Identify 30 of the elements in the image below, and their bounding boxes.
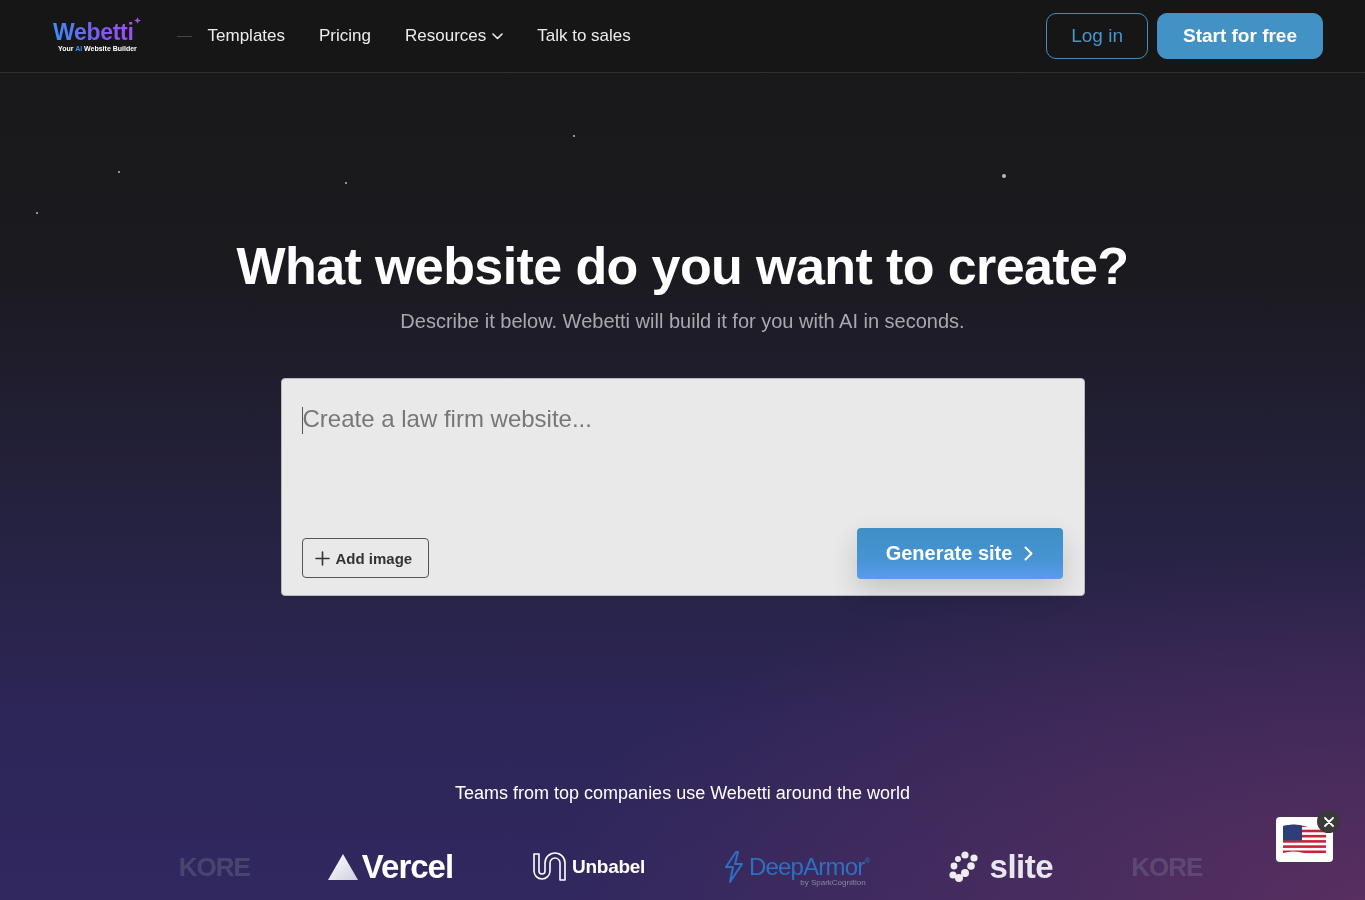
nav-link[interactable]: Templates [207,22,286,50]
logo-wordmark: slite [989,848,1054,886]
companies-caption: Teams from top companies use Webetti around the world [455,782,910,805]
logo-wordmark: Vercel [361,848,454,886]
dot-cluster-icon [947,851,980,883]
login-button[interactable]: Log in [1046,13,1148,59]
close-icon [1323,816,1334,827]
add-image-button[interactable]: Add image [301,538,430,578]
logo-wordmark: Unbabel [572,856,645,878]
language-button[interactable] [1276,817,1333,862]
text-cursor [301,407,303,434]
hero-title: What website do you want to create? [236,236,1129,297]
chevron-down-icon [492,32,504,40]
plus-icon [314,550,330,566]
logo-wordmark: DeepArmor$^{®}$ [748,851,870,880]
prompt-field[interactable]: Create a law firm website... [281,379,1084,528]
triangle-icon [327,854,358,880]
hero-subtitle: Describe it below. Webetti will build it for you with AI in seconds. [400,309,965,334]
close-button[interactable] [1317,810,1340,833]
prompt-box[interactable]: Create a law firm website... Add image Generate site [280,378,1085,596]
star-dot [1002,174,1006,178]
nav-link[interactable]: Pricing [319,22,371,50]
flag-icon [1282,823,1327,856]
nav-link[interactable]: Talk to sales [537,22,631,50]
lightning-bolt-icon [722,851,745,883]
nav-link[interactable]: Resources [405,22,504,50]
chevron-right-icon [1024,546,1034,561]
logo-byline: by SparkCognition [800,877,866,887]
sparkle-icon [133,16,141,24]
loop-icon [531,851,569,883]
